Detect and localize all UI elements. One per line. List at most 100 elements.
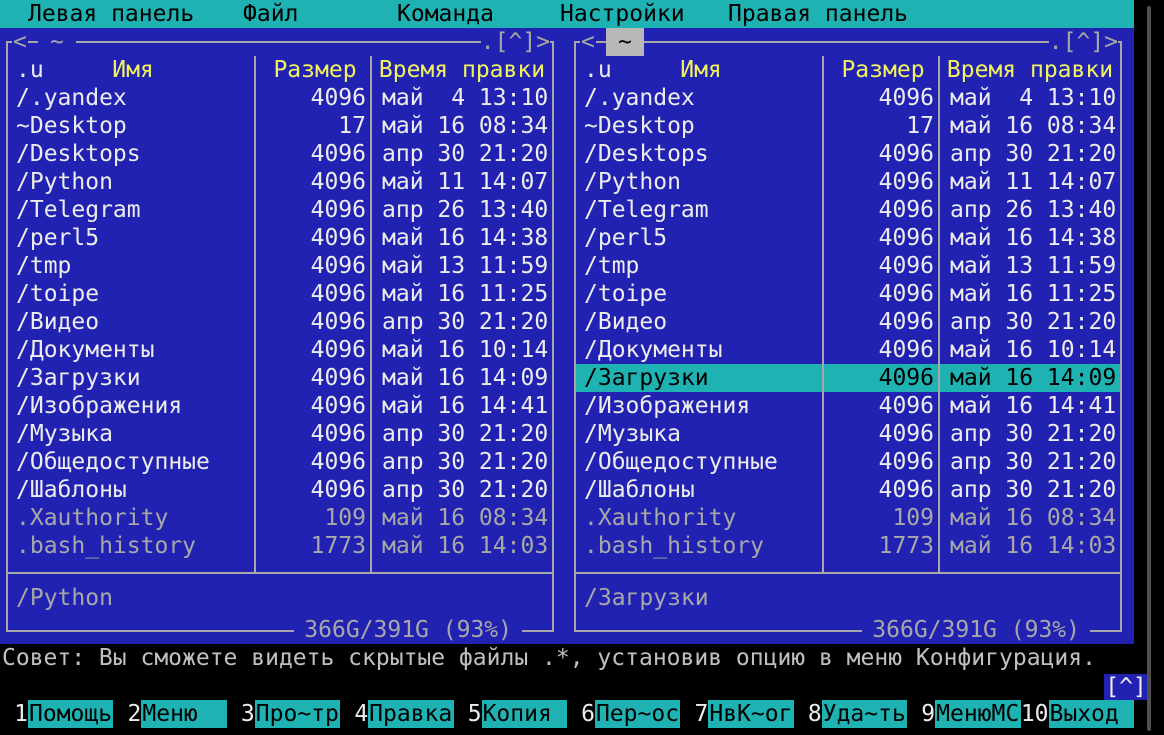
file-row[interactable]: /Telegram4096апр 26 13:40 (576, 196, 1120, 224)
file-row[interactable]: /Музыка4096апр 30 21:20 (8, 420, 552, 448)
fkey-8-button[interactable]: 8Уда~ть (794, 700, 907, 728)
fkey-number: 10 (1021, 700, 1049, 728)
file-row[interactable]: /Видео4096апр 30 21:20 (8, 308, 552, 336)
file-row[interactable]: /Desktops4096апр 30 21:20 (8, 140, 552, 168)
file-mtime: май 13 11:59 (372, 252, 552, 280)
file-size: 17 (826, 112, 940, 140)
right-panel-separator (576, 572, 1120, 574)
history-back-icon[interactable]: < (580, 28, 596, 56)
file-row[interactable]: /perl54096май 16 14:38 (576, 224, 1120, 252)
file-size: 4096 (258, 308, 372, 336)
file-row[interactable]: /Telegram4096апр 26 13:40 (8, 196, 552, 224)
left-panel-column-divider-2 (370, 56, 372, 572)
file-row[interactable]: /tmp4096май 13 11:59 (576, 252, 1120, 280)
file-row[interactable]: /Шаблоны4096апр 30 21:20 (8, 476, 552, 504)
file-row[interactable]: /perl54096май 16 14:38 (8, 224, 552, 252)
column-header-mtime[interactable]: Время правки (372, 56, 552, 84)
command-line[interactable]: nesmeyanov@W7800-800016899:~$ (2, 672, 486, 700)
fkey-6-button[interactable]: 6Пер~ос (567, 700, 680, 728)
file-row[interactable]: /Документы4096май 16 10:14 (576, 336, 1120, 364)
fkey-label: МенюМС (935, 700, 1020, 728)
file-row[interactable]: /toipe4096май 16 11:25 (8, 280, 552, 308)
file-row[interactable]: .Xauthority109май 16 08:34 (8, 504, 552, 532)
menu-options[interactable]: Настройки (560, 0, 685, 28)
terminal-scrollbar[interactable] (1147, 6, 1151, 731)
file-name: /Документы (8, 336, 258, 364)
file-size: 17 (258, 112, 372, 140)
file-name: /Загрузки (8, 364, 258, 392)
file-name: /.yandex (8, 84, 258, 112)
file-row[interactable]: ~Desktop17май 16 08:34 (8, 112, 552, 140)
file-row[interactable]: /Видео4096апр 30 21:20 (576, 308, 1120, 336)
file-name: /Python (8, 168, 258, 196)
file-mtime: апр 30 21:20 (372, 308, 552, 336)
file-name: /Загрузки (576, 364, 826, 392)
panel-nav-icons[interactable]: .[^]> (1049, 28, 1118, 56)
file-mtime: апр 30 21:20 (372, 448, 552, 476)
file-name: /Telegram (8, 196, 258, 224)
panel-toggle-badge[interactable]: [^] (1104, 674, 1148, 700)
column-header-size[interactable]: Размер (258, 56, 372, 84)
file-row[interactable]: /Изображения4096май 16 14:41 (8, 392, 552, 420)
menu-file[interactable]: Файл (243, 0, 298, 28)
file-row[interactable]: /Изображения4096май 16 14:41 (576, 392, 1120, 420)
file-row[interactable]: /Документы4096май 16 10:14 (8, 336, 552, 364)
file-row[interactable]: /Desktops4096апр 30 21:20 (576, 140, 1120, 168)
file-mtime: май 16 08:34 (940, 112, 1120, 140)
fkey-label: Пер~ос (595, 700, 680, 728)
file-row[interactable]: /toipe4096май 16 11:25 (576, 280, 1120, 308)
file-row[interactable]: /Общедоступные4096апр 30 21:20 (576, 448, 1120, 476)
file-row[interactable]: /Загрузки4096май 16 14:09 (576, 364, 1120, 392)
file-row[interactable]: /Загрузки4096май 16 14:09 (8, 364, 552, 392)
column-header-size[interactable]: Размер (826, 56, 940, 84)
file-row[interactable]: ~Desktop17май 16 08:34 (576, 112, 1120, 140)
left-panel-path[interactable]: ~ (38, 28, 76, 56)
file-name: /Шаблоны (576, 476, 826, 504)
column-header-name[interactable]: .u Имя (576, 56, 826, 84)
column-header-name[interactable]: .u Имя (8, 56, 258, 84)
file-name: .Xauthority (8, 504, 258, 532)
file-size: 4096 (258, 168, 372, 196)
menu-command[interactable]: Команда (397, 0, 494, 28)
right-panel-path[interactable]: ~ (606, 28, 644, 56)
file-row[interactable]: /Музыка4096апр 30 21:20 (576, 420, 1120, 448)
file-row[interactable]: .bash_history1773май 16 14:03 (576, 532, 1120, 560)
file-mtime: май 11 14:07 (940, 168, 1120, 196)
file-row[interactable]: .Xauthority109май 16 08:34 (576, 504, 1120, 532)
menu-right-panel[interactable]: Правая панель (728, 0, 908, 28)
file-mtime: май 16 10:14 (372, 336, 552, 364)
file-row[interactable]: /Шаблоны4096апр 30 21:20 (576, 476, 1120, 504)
file-mtime: май 4 13:10 (940, 84, 1120, 112)
fkey-number: 6 (567, 700, 595, 728)
fkey-4-button[interactable]: 4Правка (340, 700, 453, 728)
file-row[interactable]: /Общедоступные4096апр 30 21:20 (8, 448, 552, 476)
fkey-3-button[interactable]: 3Про~тр (227, 700, 340, 728)
fkey-5-button[interactable]: 5Копия (454, 700, 567, 728)
left-panel-separator (8, 572, 552, 574)
file-size: 4096 (258, 448, 372, 476)
file-name: /Документы (576, 336, 826, 364)
file-row[interactable]: /.yandex4096май 4 13:10 (8, 84, 552, 112)
file-name: /Python (576, 168, 826, 196)
file-mtime: май 4 13:10 (372, 84, 552, 112)
fkey-9-button[interactable]: 9МенюМС (907, 700, 1020, 728)
file-row[interactable]: .bash_history1773май 16 14:03 (8, 532, 552, 560)
column-header-mtime[interactable]: Время правки (940, 56, 1120, 84)
file-row[interactable]: /.yandex4096май 4 13:10 (576, 84, 1120, 112)
file-row[interactable]: /Python4096май 11 14:07 (8, 168, 552, 196)
file-mtime: май 16 10:14 (940, 336, 1120, 364)
panel-nav-icons[interactable]: .[^]> (481, 28, 550, 56)
file-size: 4096 (826, 252, 940, 280)
menu-left-panel[interactable]: Левая панель (28, 0, 194, 28)
fkey-label: Про~тр (255, 700, 340, 728)
file-mtime: май 13 11:59 (940, 252, 1120, 280)
fkey-1-button[interactable]: 1Помощь (0, 700, 113, 728)
file-row[interactable]: /Python4096май 11 14:07 (576, 168, 1120, 196)
fkey-10-button[interactable]: 10Выход (1021, 700, 1134, 728)
file-mtime: май 16 14:09 (372, 364, 552, 392)
left-mini-status: /Python (16, 584, 113, 612)
fkey-7-button[interactable]: 7НвК~ог (680, 700, 793, 728)
history-back-icon[interactable]: < (12, 28, 28, 56)
file-row[interactable]: /tmp4096май 13 11:59 (8, 252, 552, 280)
fkey-2-button[interactable]: 2Меню (113, 700, 226, 728)
